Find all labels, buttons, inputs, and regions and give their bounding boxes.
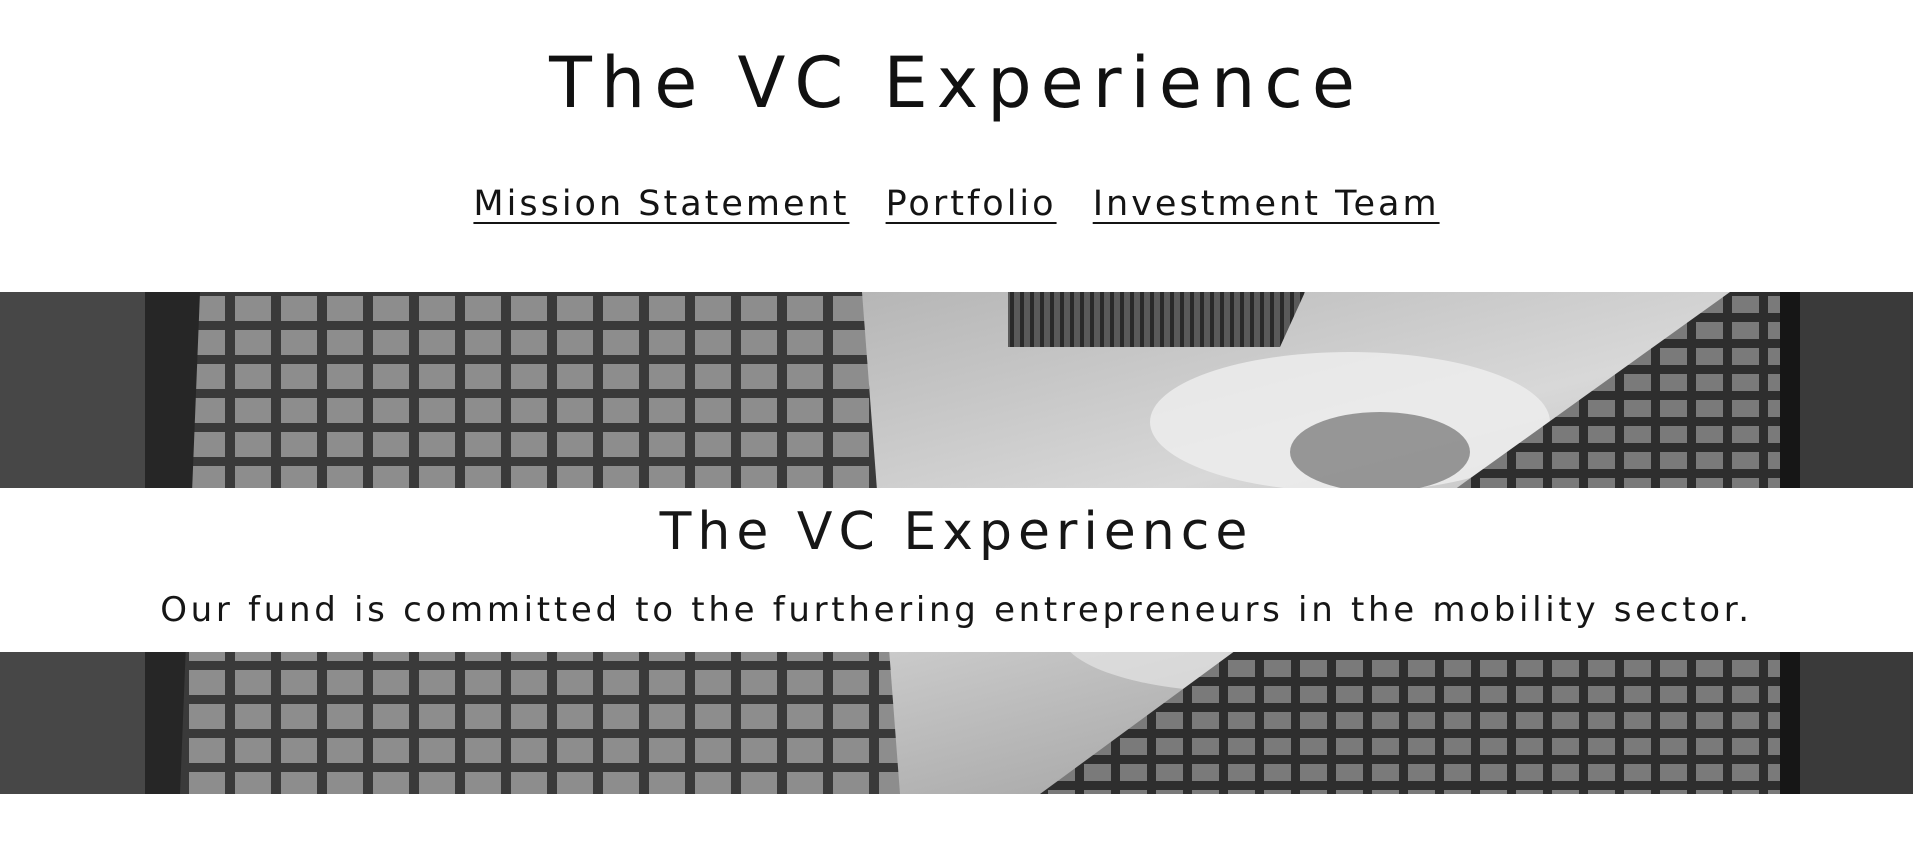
hero-heading: The VC Experience xyxy=(659,502,1254,562)
nav-link-investment-team[interactable]: Investment Team xyxy=(1093,184,1440,224)
hero-description: Our fund is committed to the furthering … xyxy=(160,590,1753,630)
main-nav: Mission Statement Portfolio Investment T… xyxy=(0,180,1913,228)
nav-link-portfolio[interactable]: Portfolio xyxy=(886,184,1057,224)
page: The VC Experience Mission Statement Port… xyxy=(0,0,1913,850)
hero-banner: The VC Experience Our fund is committed … xyxy=(0,292,1913,794)
site-title: The VC Experience xyxy=(549,42,1364,124)
hero-text-band: The VC Experience Our fund is committed … xyxy=(0,488,1913,652)
nav-link-mission-statement[interactable]: Mission Statement xyxy=(473,184,849,224)
